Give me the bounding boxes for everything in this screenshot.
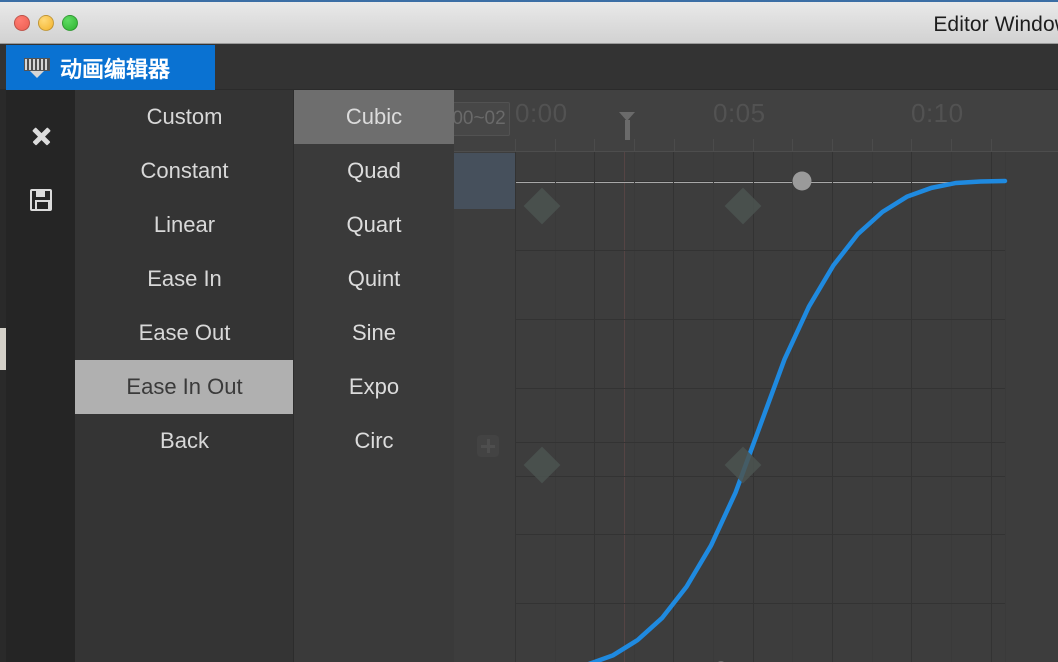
curve-plot-area[interactable] — [477, 152, 1058, 662]
menu-item-label: Ease In Out — [126, 374, 243, 399]
menu-item-label: Constant — [140, 158, 229, 183]
ruler-tick-label: 0:00 — [515, 98, 568, 128]
menu-item-label: Circ — [354, 428, 394, 453]
menu-item-label: Custom — [146, 104, 223, 129]
close-window-button[interactable] — [14, 15, 30, 31]
tab-bar-empty-area — [216, 45, 1058, 89]
animation-comb-icon — [24, 57, 50, 78]
ruler-tick-label: 0:10 — [911, 98, 964, 128]
easing-type-custom[interactable]: Custom — [75, 90, 294, 144]
menu-item-label: Linear — [153, 212, 216, 237]
menu-item-label: Back — [160, 428, 209, 453]
tab-label: 动画编辑器 — [60, 57, 171, 83]
menu-item-label: Ease Out — [138, 320, 231, 345]
menu-item-label: Expo — [348, 374, 400, 399]
easing-function-menu: Cubic Quad Quart Quint Sine Expo Circ — [294, 90, 454, 662]
close-x-icon — [30, 125, 52, 147]
easing-curve — [587, 178, 1008, 662]
floppy-save-icon — [29, 189, 52, 211]
minimize-window-button[interactable] — [38, 15, 54, 31]
curve-graph-panel[interactable]: 00~02 0:00 0:05 0:10 — [454, 90, 1058, 662]
easing-type-constant[interactable]: Constant — [75, 144, 294, 198]
easing-type-back[interactable]: Back — [75, 414, 294, 468]
selected-track-strip — [454, 153, 516, 209]
easing-type-linear[interactable]: Linear — [75, 198, 294, 252]
easing-fn-circ[interactable]: Circ — [294, 414, 454, 468]
editor-content: 动画编辑器 Custom Constant Linear Ease In Ease Ou… — [0, 44, 1058, 662]
easing-fn-quint[interactable]: Quint — [294, 252, 454, 306]
easing-type-ease-in[interactable]: Ease In — [75, 252, 294, 306]
tab-animation-editor[interactable]: 动画编辑器 — [6, 45, 215, 90]
traffic-lights — [14, 15, 78, 31]
menu-item-label: Sine — [351, 320, 397, 345]
easing-type-ease-out[interactable]: Ease Out — [75, 306, 294, 360]
easing-fn-sine[interactable]: Sine — [294, 306, 454, 360]
window-title: Editor Window — [933, 13, 1058, 36]
bezier-handle-out-handle[interactable] — [792, 171, 812, 191]
window-titlebar: Editor Window — [0, 0, 1058, 44]
menu-item-label: Ease In — [147, 266, 222, 291]
add-keyframe-button[interactable] — [477, 435, 499, 457]
timeline-playhead[interactable] — [619, 112, 635, 140]
easing-fn-expo[interactable]: Expo — [294, 360, 454, 414]
easing-fn-quad[interactable]: Quad — [294, 144, 454, 198]
close-editor-button[interactable] — [6, 108, 75, 164]
easing-fn-quart[interactable]: Quart — [294, 198, 454, 252]
menu-item-label: Quart — [346, 212, 402, 237]
menu-item-label: Quint — [347, 266, 401, 291]
menu-item-label: Quad — [347, 158, 401, 183]
maximize-window-button[interactable] — [62, 15, 78, 31]
current-time-field[interactable]: 00~02 — [454, 102, 510, 136]
tab-bar: 动画编辑器 — [0, 44, 1058, 90]
timeline-ruler[interactable]: 00~02 0:00 0:05 0:10 — [454, 90, 1058, 152]
easing-type-menu: Custom Constant Linear Ease In Ease Out Ease … — [75, 90, 294, 662]
ruler-tick-label: 0:05 — [713, 98, 766, 128]
easing-fn-cubic[interactable]: Cubic — [294, 90, 454, 144]
save-animation-button[interactable] — [6, 172, 75, 228]
menu-item-label: Cubic — [345, 104, 403, 129]
editor-window: Editor Window 动画编辑器 Custom Constant Line… — [0, 0, 1058, 662]
easing-type-ease-in-out[interactable]: Ease In Out — [75, 360, 294, 414]
toolbar-rail — [6, 90, 75, 662]
